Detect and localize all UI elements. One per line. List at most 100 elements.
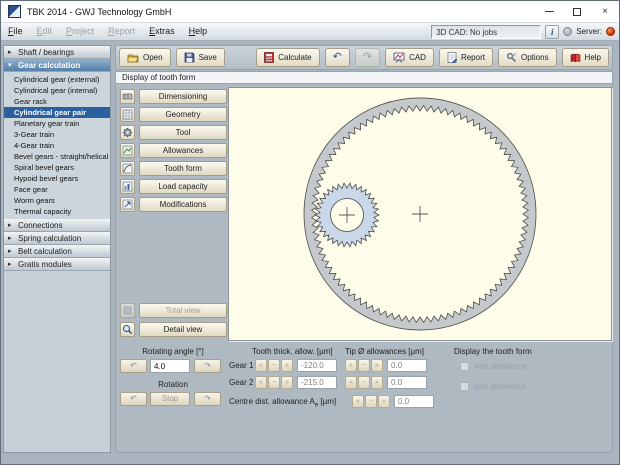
- detail-view-button[interactable]: Detail view: [139, 322, 227, 337]
- double-chevron-left-icon: «: [349, 362, 353, 369]
- gear1-tip-stepper-reset[interactable]: −: [358, 359, 370, 372]
- info-button[interactable]: i: [545, 25, 559, 39]
- with-allowance-row-2: with allowance: [460, 382, 526, 391]
- gear2-tip-stepper-left[interactable]: «: [345, 376, 357, 389]
- tooth-form-canvas[interactable]: [228, 87, 612, 341]
- gear-calculation-list: Cylindrical gear (external) Cylindrical …: [4, 72, 110, 219]
- rotation-right-button[interactable]: ↷: [194, 392, 221, 406]
- rotate-left-button[interactable]: ↶: [120, 359, 147, 373]
- gear1-tooth-stepper-left[interactable]: «: [255, 359, 267, 372]
- open-button[interactable]: Open: [119, 48, 171, 67]
- sidebar-section-belt-calculation[interactable]: ▸ Belt calculation: [4, 245, 110, 258]
- sidebar-section-connections[interactable]: ▸ Connections: [4, 219, 110, 232]
- help-button[interactable]: Help: [562, 48, 609, 67]
- minus-icon: −: [272, 379, 276, 386]
- gear2-tooth-stepper-reset[interactable]: −: [268, 376, 280, 389]
- geometry-icon-button[interactable]: [120, 107, 135, 122]
- options-button[interactable]: Options: [498, 48, 557, 67]
- save-button[interactable]: Save: [176, 48, 225, 67]
- load-capacity-icon: [122, 181, 133, 192]
- with-allowance-label-1: with allowance: [474, 362, 526, 371]
- load-capacity-icon-button[interactable]: [120, 179, 135, 194]
- gear2-tooth-allowance-input[interactable]: [297, 376, 337, 389]
- with-allowance-checkbox-1: [460, 362, 469, 371]
- menu-help[interactable]: Help: [182, 23, 215, 40]
- geometry-icon: [122, 109, 133, 120]
- sidebar-item-3-gear-train[interactable]: 3-Gear train: [4, 129, 110, 140]
- total-view-icon-button: [120, 303, 135, 318]
- gear1-tip-stepper-right[interactable]: »: [371, 359, 383, 372]
- sidebar-item-cylindrical-gear-external[interactable]: Cylindrical gear (external): [4, 74, 110, 85]
- chevron-right-icon: ▸: [8, 247, 14, 255]
- gear2-tip-allowance-input[interactable]: [387, 376, 427, 389]
- minus-icon: −: [362, 362, 366, 369]
- gear2-tooth-stepper-left[interactable]: «: [255, 376, 267, 389]
- double-chevron-right-icon: »: [285, 362, 289, 369]
- gear1-tip-stepper-left[interactable]: «: [345, 359, 357, 372]
- sidebar-section-shaft-bearings[interactable]: ▸ Shaft / bearings: [4, 46, 110, 59]
- maximize-button[interactable]: [563, 1, 591, 22]
- total-view-button: Total view: [139, 303, 227, 318]
- gear2-tooth-stepper-right[interactable]: »: [281, 376, 293, 389]
- app-icon: [8, 5, 21, 18]
- geometry-button[interactable]: Geometry: [139, 107, 227, 122]
- allowances-icon-button[interactable]: [120, 143, 135, 158]
- dimensioning-icon: [122, 91, 133, 102]
- gear2-tip-stepper-right[interactable]: »: [371, 376, 383, 389]
- rotate-right-button[interactable]: ↷: [194, 359, 221, 373]
- gear1-tooth-stepper-right[interactable]: »: [281, 359, 293, 372]
- sidebar-item-worm-gears[interactable]: Worm gears: [4, 195, 110, 206]
- dimensioning-icon-button[interactable]: [120, 89, 135, 104]
- with-allowance-checkbox-2: [460, 382, 469, 391]
- menu-file[interactable]: File: [1, 23, 30, 40]
- main-toolbar: Open Save Calculate ↶ ↷ CAD: [115, 45, 613, 70]
- minimize-button[interactable]: [535, 1, 563, 22]
- sidebar-item-gear-rack[interactable]: Gear rack: [4, 96, 110, 107]
- report-button[interactable]: Report: [439, 48, 493, 67]
- cad-button[interactable]: CAD: [385, 48, 434, 67]
- tool-icon-button[interactable]: [120, 125, 135, 140]
- close-button[interactable]: ×: [591, 1, 619, 22]
- rotating-angle-input[interactable]: [150, 359, 190, 373]
- centre-dist-stepper-reset[interactable]: −: [365, 395, 377, 408]
- help-book-icon: [570, 53, 581, 63]
- centre-dist-allowance-input[interactable]: [394, 395, 434, 408]
- sidebar-item-cylindrical-gear-internal[interactable]: Cylindrical gear (internal): [4, 85, 110, 96]
- menu-extras[interactable]: Extras: [142, 23, 182, 40]
- centre-dist-stepper-left[interactable]: «: [352, 395, 364, 408]
- chevron-right-icon: ▸: [8, 221, 14, 229]
- dimensioning-button[interactable]: Dimensioning: [139, 89, 227, 104]
- modifications-button[interactable]: Modifications: [139, 197, 227, 212]
- detail-view-icon-button[interactable]: [120, 322, 135, 337]
- module-row-allowances: Allowances: [120, 143, 227, 158]
- calculate-button[interactable]: Calculate: [256, 48, 319, 67]
- tooth-form-button[interactable]: Tooth form: [139, 161, 227, 176]
- sidebar-item-bevel-gears[interactable]: Bevel gears - straight/helical: [4, 151, 110, 162]
- gear-pair-drawing: [229, 88, 611, 340]
- centre-dist-stepper-right[interactable]: »: [378, 395, 390, 408]
- rotate-left-icon: ↶: [130, 394, 137, 403]
- sidebar-item-thermal-capacity[interactable]: Thermal capacity: [4, 206, 110, 217]
- sidebar-item-hypoid-bevel-gears[interactable]: Hypoid bevel gears: [4, 173, 110, 184]
- load-capacity-button[interactable]: Load capacity: [139, 179, 227, 194]
- tooth-form-icon-button[interactable]: [120, 161, 135, 176]
- sidebar-item-spiral-bevel-gears[interactable]: Spiral bevel gears: [4, 162, 110, 173]
- tool-button[interactable]: Tool: [139, 125, 227, 140]
- sidebar-section-spring-calculation[interactable]: ▸ Spring calculation: [4, 232, 110, 245]
- double-chevron-right-icon: »: [382, 398, 386, 405]
- gear1-tip-allowance-input[interactable]: [387, 359, 427, 372]
- gear1-tooth-stepper-reset[interactable]: −: [268, 359, 280, 372]
- rotating-angle-label: Rotating angle [°]: [124, 347, 222, 356]
- sidebar-section-gratis-modules[interactable]: ▸ Gratis modules: [4, 258, 110, 271]
- gear2-tip-stepper-reset[interactable]: −: [358, 376, 370, 389]
- sidebar-section-gear-calculation[interactable]: ▾ Gear calculation: [4, 59, 110, 72]
- sidebar-item-cylindrical-gear-pair[interactable]: Cylindrical gear pair: [4, 107, 110, 118]
- sidebar-item-4-gear-train[interactable]: 4-Gear train: [4, 140, 110, 151]
- sidebar-item-planetary-gear-train[interactable]: Planetary gear train: [4, 118, 110, 129]
- modifications-icon-button[interactable]: [120, 197, 135, 212]
- gear1-tooth-allowance-input[interactable]: [297, 359, 337, 372]
- rotation-left-button[interactable]: ↶: [120, 392, 147, 406]
- allowances-button[interactable]: Allowances: [139, 143, 227, 158]
- undo-button[interactable]: ↶: [325, 48, 350, 67]
- sidebar-item-face-gear[interactable]: Face gear: [4, 184, 110, 195]
